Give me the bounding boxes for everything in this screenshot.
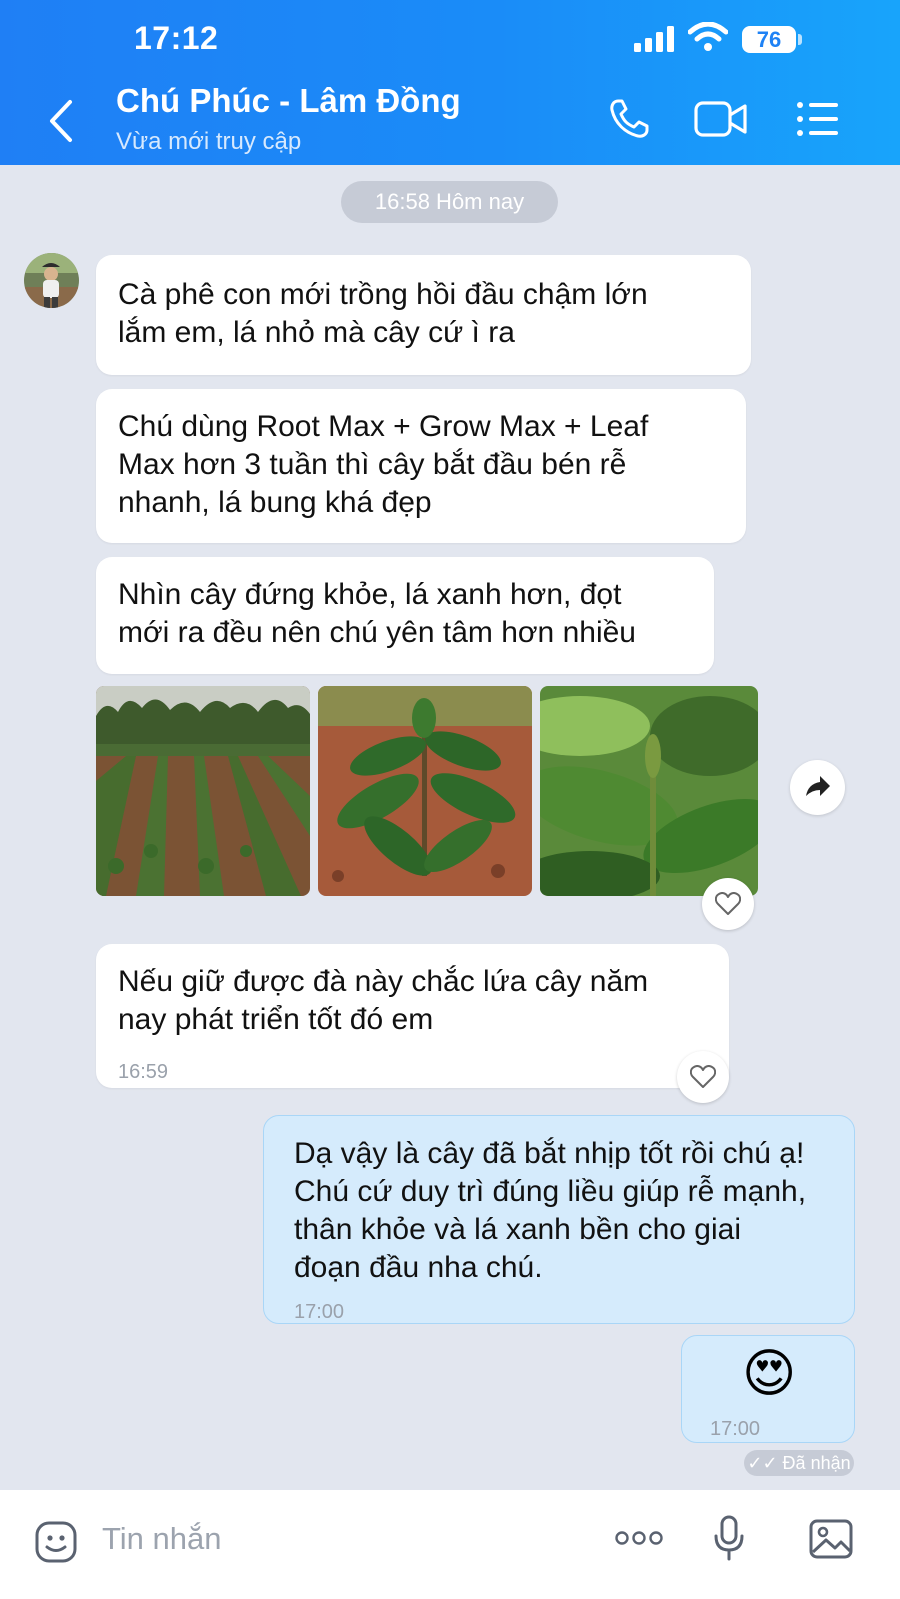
date-divider: 16:58 Hôm nay [341, 181, 558, 223]
message-time: 16:59 [118, 1061, 169, 1083]
incoming-message[interactable]: Nếu giữ được đà này chắc lứa cây năm nay… [96, 944, 729, 1088]
message-time: 17:00 [710, 1418, 761, 1440]
reaction-button[interactable] [677, 1051, 729, 1103]
battery-tip [798, 34, 802, 45]
message-text: Cà phê con mới trồng hồi đầu chậm lớn lắ… [118, 278, 648, 349]
image-gallery-icon[interactable] [808, 1518, 854, 1560]
menu-list-icon[interactable] [796, 100, 840, 138]
phone-call-icon[interactable] [606, 96, 652, 142]
more-options-icon[interactable] [614, 1530, 664, 1546]
incoming-message[interactable]: Chú dùng Root Max + Grow Max + Leaf Max … [96, 389, 746, 543]
contact-avatar[interactable] [24, 253, 79, 308]
reaction-button[interactable] [702, 878, 754, 930]
wifi-icon [688, 22, 728, 51]
message-text: Nếu giữ được đà này chắc lứa cây năm nay… [118, 965, 649, 1036]
back-arrow-icon[interactable] [44, 98, 80, 144]
message-time: 17:00 [294, 1301, 345, 1323]
delivered-status: ✓✓ Đã nhận [744, 1450, 854, 1476]
message-text: Chú dùng Root Max + Grow Max + Leaf Max … [118, 410, 649, 519]
coffee-leaf-closeup-photo[interactable] [540, 686, 758, 896]
forward-arrow-icon [806, 776, 830, 796]
microphone-icon[interactable] [712, 1514, 746, 1562]
sticker-emoji-icon[interactable] [34, 1520, 78, 1564]
chat-header: 17:12 76 Chú Phúc - Lâm Đồng Vừa mới tru… [0, 0, 900, 165]
contact-name[interactable]: Chú Phúc - Lâm Đồng [116, 82, 461, 120]
heart-eyes-emoji: 😍 [742, 1345, 797, 1403]
coffee-seedling-photo[interactable] [318, 686, 532, 896]
battery-indicator: 76 [742, 26, 796, 53]
heart-icon [715, 892, 741, 915]
incoming-message[interactable]: Cà phê con mới trồng hồi đầu chậm lớn lắ… [96, 255, 751, 375]
video-call-icon[interactable] [694, 100, 748, 138]
coffee-field-photo[interactable] [96, 686, 310, 896]
outgoing-message[interactable]: Dạ vậy là cây đã bắt nhịp tốt rồi chú ạ!… [263, 1115, 855, 1324]
status-time: 17:12 [134, 20, 219, 56]
share-forward-button[interactable] [790, 760, 845, 815]
message-text: Nhìn cây đứng khỏe, lá xanh hơn, đọt mới… [118, 578, 636, 649]
contact-status: Vừa mới truy cập [116, 128, 302, 155]
cellular-signal-icon [634, 26, 674, 52]
message-text: Dạ vậy là cây đã bắt nhịp tốt rồi chú ạ!… [294, 1137, 807, 1284]
incoming-message[interactable]: Nhìn cây đứng khỏe, lá xanh hơn, đọt mới… [96, 557, 714, 674]
message-input-bar [0, 1490, 900, 1599]
message-input[interactable] [100, 1516, 584, 1562]
heart-icon [690, 1065, 716, 1088]
